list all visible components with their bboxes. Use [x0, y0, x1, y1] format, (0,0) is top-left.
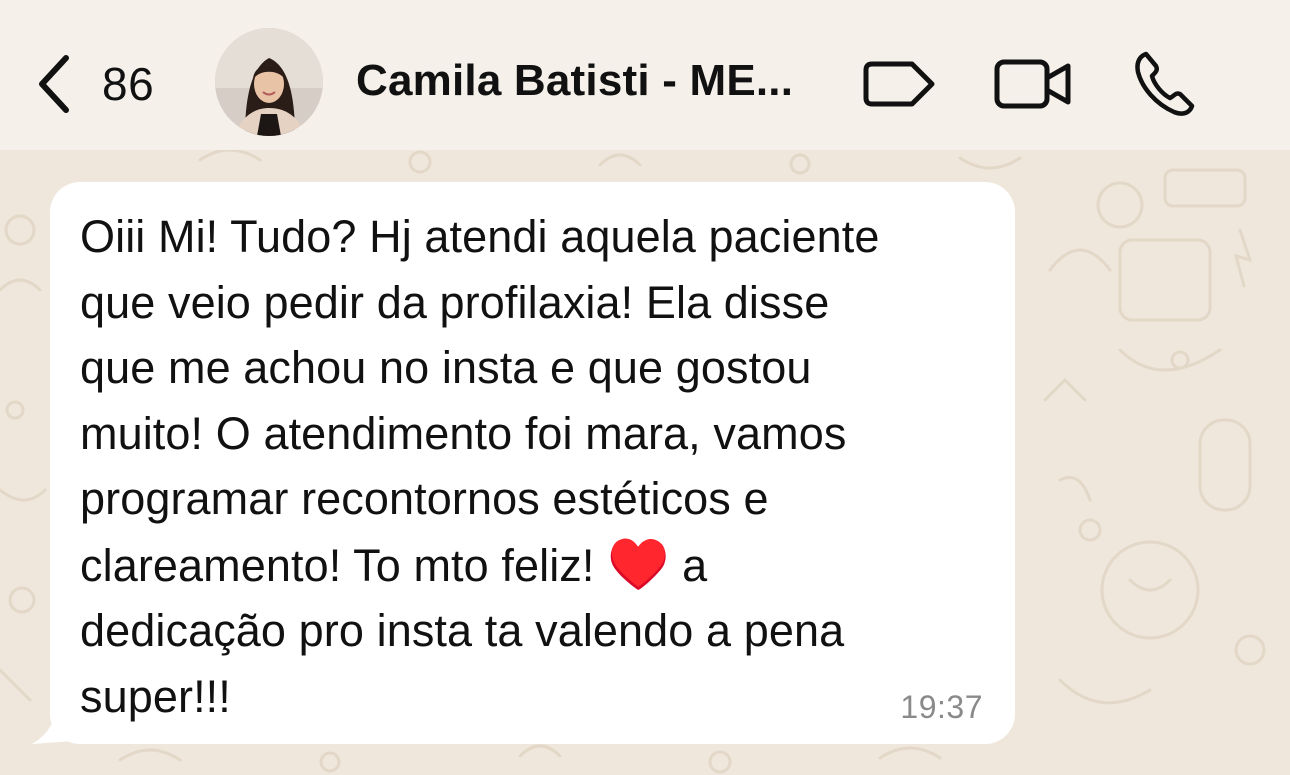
heart-emoji: ♥️ [607, 535, 670, 592]
unread-count: 86 [102, 58, 155, 110]
avatar[interactable] [215, 28, 323, 136]
message-bubble[interactable]: Oiii Mi! Tudo? Hj atendi aquela paciente… [50, 182, 1015, 744]
message-text-part1: Oiii Mi! Tudo? Hj atendi aquela paciente… [80, 211, 880, 591]
label-tag-icon [863, 61, 935, 107]
avatar-photo [215, 28, 323, 136]
message-timestamp: 19:37 [900, 689, 983, 725]
message-text: Oiii Mi! Tudo? Hj atendi aquela paciente… [80, 204, 975, 729]
voice-call-button[interactable] [1130, 44, 1200, 124]
video-call-icon [994, 59, 1071, 109]
video-call-button[interactable] [992, 44, 1074, 124]
chat-header: 86 Camila Batisti - ME... [0, 0, 1290, 150]
phone-call-icon [1135, 51, 1195, 116]
label-button[interactable] [862, 44, 938, 124]
contact-name[interactable]: Camila Batisti - ME... [356, 56, 836, 106]
back-button[interactable]: 86 [32, 44, 154, 124]
back-chevron-icon [39, 55, 69, 113]
